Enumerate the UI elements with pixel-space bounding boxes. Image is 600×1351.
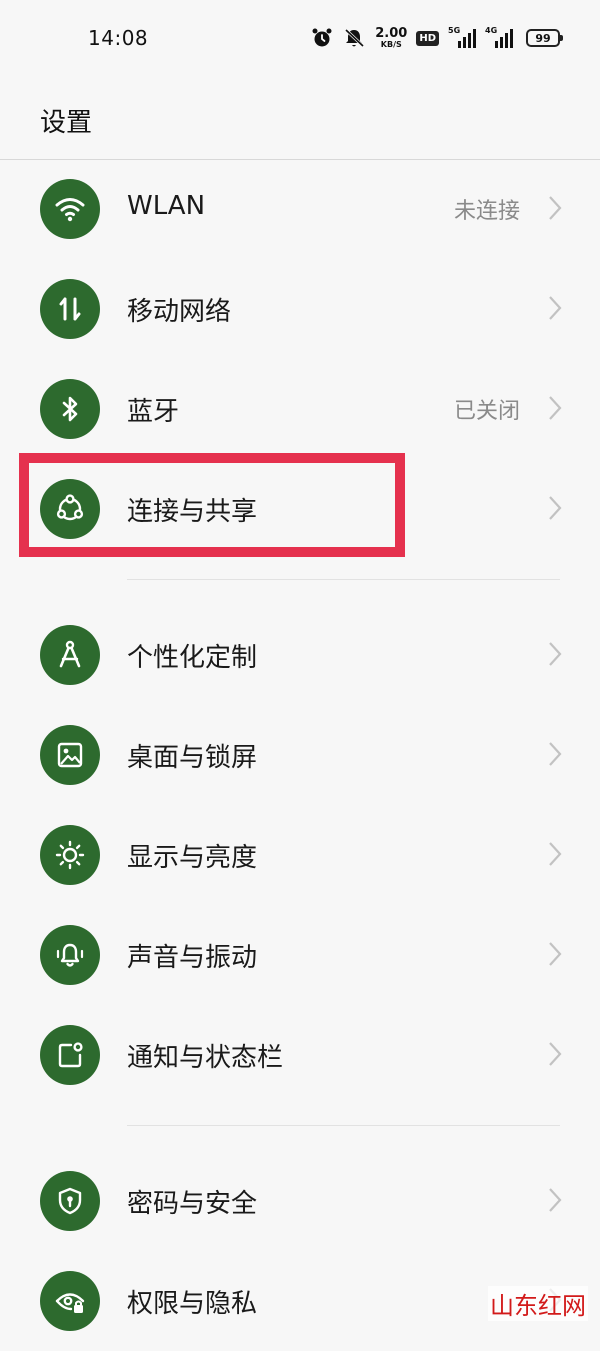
settings-item-label: 蓝牙	[127, 397, 180, 427]
shield-lock-icon	[40, 1171, 100, 1231]
status-bar: 14:08 2.00 KB/S HD 5G 4G 99	[0, 0, 600, 76]
page-title: 设置	[40, 108, 93, 138]
watermark: 山东红网	[488, 1286, 588, 1321]
chevron-right-icon	[548, 195, 562, 225]
chevron-right-icon	[548, 495, 562, 525]
chevron-right-icon	[548, 941, 562, 971]
net-type-4g: 4G	[485, 26, 498, 35]
net-type-5g: 5G	[448, 26, 461, 35]
notification-icon	[40, 1025, 100, 1085]
chevron-right-icon	[548, 741, 562, 771]
chevron-right-icon	[548, 295, 562, 325]
bluetooth-status: 已关闭	[453, 399, 520, 424]
chevron-right-icon	[548, 395, 562, 425]
section-divider	[127, 1125, 560, 1126]
settings-item-label: 权限与隐私	[127, 1289, 258, 1319]
settings-item-sound-vibration[interactable]: 声音与振动	[0, 905, 600, 1005]
settings-item-desktop-lockscreen[interactable]: 桌面与锁屏	[0, 705, 600, 805]
battery-level: 99	[535, 31, 551, 45]
wifi-icon	[40, 179, 100, 239]
mute-icon	[342, 27, 366, 49]
settings-item-password-security[interactable]: 密码与安全	[0, 1151, 600, 1251]
signal-4g: 4G	[485, 26, 513, 49]
settings-item-display-brightness[interactable]: 显示与亮度	[0, 805, 600, 905]
chevron-right-icon	[548, 841, 562, 871]
highlight-box	[19, 453, 405, 557]
settings-item-label: 个性化定制	[127, 643, 258, 673]
compass-icon	[40, 625, 100, 685]
settings-item-label: WLAN	[127, 191, 206, 221]
alarm-icon	[311, 27, 333, 49]
settings-item-wlan[interactable]: WLAN 未连接	[0, 159, 600, 259]
hd-badge: HD	[416, 30, 439, 46]
battery-icon: 99	[526, 29, 563, 47]
settings-item-label: 声音与振动	[127, 943, 258, 973]
bluetooth-icon	[40, 379, 100, 439]
status-icons: 2.00 KB/S HD 5G 4G 99	[311, 24, 563, 52]
chevron-right-icon	[548, 1041, 562, 1071]
signal-5g: 5G	[448, 26, 476, 49]
bell-vibrate-icon	[40, 925, 100, 985]
chevron-right-icon	[548, 641, 562, 671]
settings-item-bluetooth[interactable]: 蓝牙 已关闭	[0, 359, 600, 459]
wallpaper-icon	[40, 725, 100, 785]
speed-unit: KB/S	[380, 40, 402, 49]
settings-item-label: 通知与状态栏	[127, 1043, 284, 1073]
wlan-status: 未连接	[453, 199, 520, 224]
brightness-icon	[40, 825, 100, 885]
settings-item-label: 移动网络	[127, 297, 232, 327]
settings-item-label: 显示与亮度	[127, 843, 258, 873]
settings-item-label: 桌面与锁屏	[127, 743, 258, 773]
settings-item-notification-statusbar[interactable]: 通知与状态栏	[0, 1005, 600, 1105]
settings-item-label: 密码与安全	[127, 1189, 258, 1219]
section-divider	[127, 579, 560, 580]
settings-item-personalization[interactable]: 个性化定制	[0, 605, 600, 705]
mobile-data-icon	[40, 279, 100, 339]
chevron-right-icon	[548, 1187, 562, 1217]
network-speed: 2.00 KB/S	[375, 27, 407, 49]
status-time: 14:08	[88, 26, 149, 50]
speed-value: 2.00	[375, 26, 408, 41]
settings-item-mobile-network[interactable]: 移动网络	[0, 259, 600, 359]
privacy-eye-icon	[40, 1271, 100, 1331]
